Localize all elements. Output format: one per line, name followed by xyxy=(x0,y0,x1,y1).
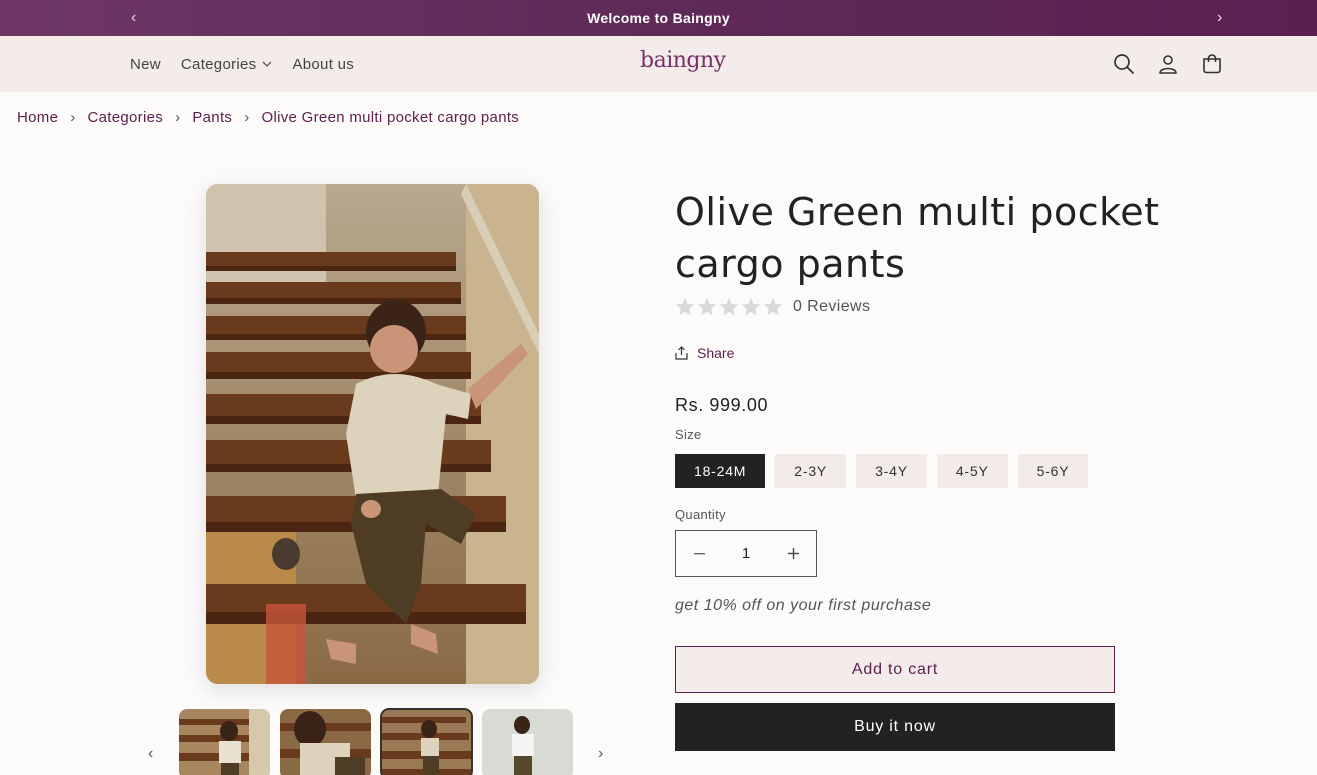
share-button[interactable]: Share xyxy=(675,345,734,361)
nav-item-about[interactable]: About us xyxy=(292,56,354,73)
size-option[interactable]: 4-5Y xyxy=(936,454,1008,488)
size-option[interactable]: 5-6Y xyxy=(1017,454,1089,488)
size-options: 18-24M 2-3Y 3-4Y 4-5Y 5-6Y xyxy=(675,454,1089,488)
size-option[interactable]: 18-24M xyxy=(675,454,766,488)
thumbnail-2[interactable] xyxy=(280,709,371,775)
plus-icon[interactable] xyxy=(770,531,816,576)
breadcrumb-categories[interactable]: Categories xyxy=(88,109,164,126)
main-nav: New Categories About us xyxy=(130,36,374,92)
star-icon xyxy=(763,297,783,316)
share-icon xyxy=(675,346,688,360)
rating-stars xyxy=(675,297,783,316)
thumbnail-photo xyxy=(381,709,472,775)
size-option[interactable]: 2-3Y xyxy=(775,454,847,488)
star-icon xyxy=(741,297,761,316)
cart-icon[interactable] xyxy=(1200,52,1224,76)
size-label: Size xyxy=(675,427,702,442)
breadcrumb: Home › Categories › Pants › Olive Green … xyxy=(17,109,519,126)
nav-item-label: Categories xyxy=(180,55,257,73)
breadcrumb-current: Olive Green multi pocket cargo pants xyxy=(261,109,520,126)
product-rating[interactable]: 0 Reviews xyxy=(675,297,870,316)
nav-item-label: New xyxy=(130,55,161,73)
chevron-left-icon[interactable]: ‹ xyxy=(131,9,136,27)
quantity-label: Quantity xyxy=(675,507,726,522)
product-photo xyxy=(206,184,539,684)
share-label: Share xyxy=(697,345,735,361)
chevron-down-icon xyxy=(263,61,272,67)
chevron-right-icon[interactable]: › xyxy=(598,745,603,763)
minus-icon[interactable] xyxy=(676,531,722,576)
product-price: Rs. 999.00 xyxy=(675,395,769,415)
thumbnail-photo xyxy=(179,709,270,775)
star-icon xyxy=(719,297,739,316)
size-option[interactable]: 3-4Y xyxy=(856,454,927,488)
thumbnail-photo xyxy=(482,709,573,775)
thumbnail-photo xyxy=(280,709,371,775)
breadcrumb-separator-icon: › xyxy=(70,109,76,126)
quantity-stepper: 1 xyxy=(675,530,817,577)
announcement-message: Welcome to Baingny xyxy=(587,10,730,26)
nav-item-categories[interactable]: Categories xyxy=(181,56,273,73)
reviews-count: 0 Reviews xyxy=(793,297,871,315)
add-to-cart-button[interactable]: Add to cart xyxy=(675,646,1115,693)
promo-text: get 10% off on your first purchase xyxy=(675,597,932,614)
star-icon xyxy=(675,297,695,316)
announcement-bar: ‹ Welcome to Baingny › xyxy=(0,0,1317,36)
chevron-right-icon[interactable]: › xyxy=(1217,9,1222,27)
quantity-value[interactable]: 1 xyxy=(742,545,750,562)
buy-now-button[interactable]: Buy it now xyxy=(675,703,1115,751)
brand-logo[interactable]: baingny xyxy=(640,48,726,73)
thumbnail-4[interactable] xyxy=(482,709,573,775)
star-icon xyxy=(697,297,717,316)
breadcrumb-pants[interactable]: Pants xyxy=(192,109,232,126)
nav-item-label: About us xyxy=(292,55,355,73)
nav-item-new[interactable]: New xyxy=(130,56,161,73)
thumbnail-1[interactable] xyxy=(179,709,270,775)
chevron-left-icon[interactable]: ‹ xyxy=(148,745,153,763)
account-icon[interactable] xyxy=(1156,52,1180,76)
breadcrumb-home[interactable]: Home xyxy=(17,109,58,126)
breadcrumb-separator-icon: › xyxy=(244,109,250,126)
product-title: Olive Green multi pocket cargo pants xyxy=(675,190,1160,286)
thumbnail-strip: ‹ › xyxy=(145,708,615,775)
breadcrumb-separator-icon: › xyxy=(175,109,181,126)
thumbnail-3[interactable] xyxy=(380,708,473,775)
product-main-image[interactable] xyxy=(206,184,539,684)
site-header: New Categories About us baingny xyxy=(0,36,1317,92)
header-icons xyxy=(1112,52,1224,76)
search-icon[interactable] xyxy=(1112,52,1136,76)
